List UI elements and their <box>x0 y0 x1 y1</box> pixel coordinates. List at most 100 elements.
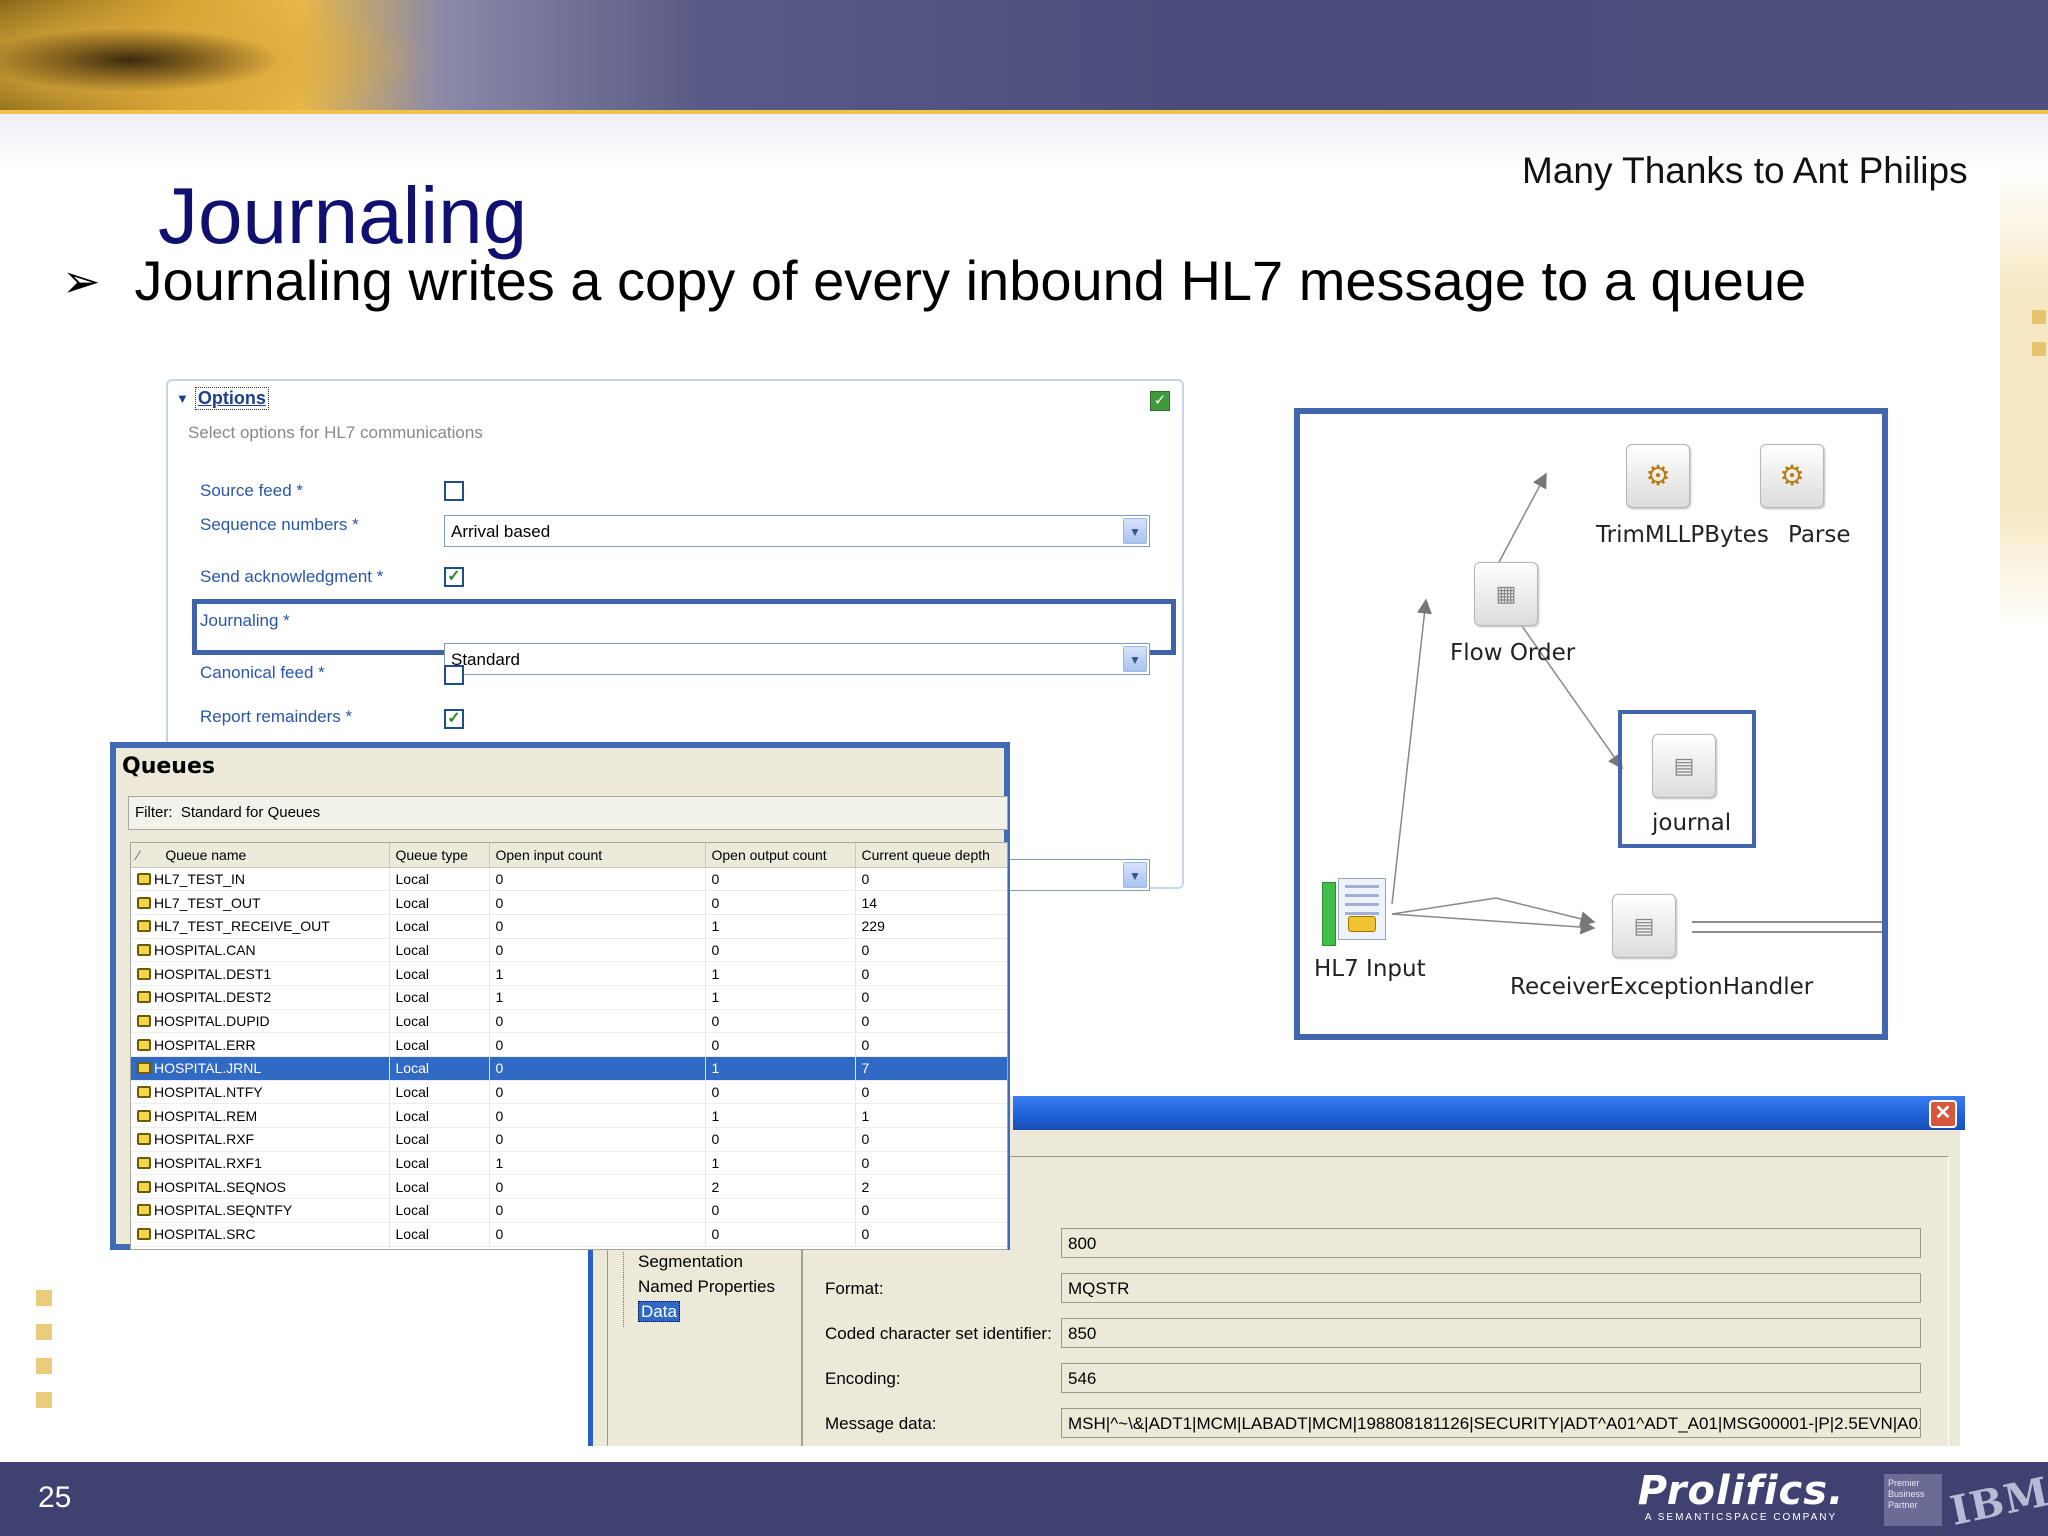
table-cell: 0 <box>489 1009 706 1034</box>
close-button[interactable]: ✕ <box>1929 1100 1957 1128</box>
column-header-open-output[interactable]: Open output count <box>705 843 856 868</box>
canonical-feed-checkbox[interactable] <box>444 665 464 685</box>
queues-filter[interactable]: Filter: Standard for Queues <box>128 796 1008 830</box>
journal-node[interactable]: ▤ <box>1652 734 1716 798</box>
table-cell: 0 <box>489 1103 706 1129</box>
receiver-exception-label: ReceiverExceptionHandler <box>1510 974 1814 1000</box>
column-header-queue-depth[interactable]: Current queue depth <box>855 843 1007 868</box>
table-cell: 0 <box>855 1127 1007 1152</box>
chevron-down-icon[interactable]: ▼ <box>1123 862 1147 888</box>
journal-label: journal <box>1652 810 1732 836</box>
table-cell: Local <box>389 867 490 892</box>
pane-splitter[interactable] <box>801 1246 803 1446</box>
format-label: Format: <box>825 1279 884 1298</box>
table-cell: Local <box>389 1222 490 1247</box>
trim-mllp-label: TrimMLLPBytes <box>1596 522 1769 548</box>
queues-window: Queues Filter: Standard for Queues ⁄ Queu… <box>110 742 1010 1250</box>
flow-order-node[interactable]: ▦ <box>1474 562 1538 626</box>
queue-icon <box>137 1038 151 1051</box>
table-cell: 0 <box>855 1151 1007 1176</box>
table-cell: 7 <box>855 1056 1007 1081</box>
table-row[interactable]: HOSPITAL.SRC Local 0 0 0 <box>131 1222 1007 1247</box>
prolifics-logo: Prolifics. A SEMANTICSPACE COMPANY <box>1637 1468 1845 1523</box>
table-cell: 0 <box>855 961 1007 986</box>
receiver-exception-node[interactable]: ▤ <box>1612 894 1676 958</box>
table-cell: 0 <box>489 1198 706 1223</box>
table-row[interactable]: HOSPITAL.REM Local 0 1 1 <box>131 1103 1007 1129</box>
tree-item-data[interactable]: Data <box>623 1301 783 1327</box>
table-row[interactable]: HOSPITAL.CAN Local 0 0 0 <box>131 938 1007 963</box>
connection-line <box>1391 598 1432 905</box>
table-cell: 0 <box>489 938 706 963</box>
table-cell: 1 <box>705 1151 856 1176</box>
table-row[interactable]: HOSPITAL.DEST1 Local 1 1 0 <box>131 961 1007 986</box>
output-icon: ▤ <box>1633 913 1655 938</box>
sequence-numbers-select[interactable]: Arrival based ▼ <box>444 515 1150 547</box>
table-cell: 0 <box>855 1009 1007 1034</box>
column-header-open-input[interactable]: Open input count <box>489 843 706 868</box>
table-row[interactable]: HOSPITAL.NTFY Local 0 0 0 <box>131 1080 1007 1105</box>
table-cell: 0 <box>489 1080 706 1105</box>
table-cell: 0 <box>489 914 706 939</box>
queue-name-cell: HOSPITAL.DEST1 <box>131 961 390 986</box>
table-row[interactable]: HOSPITAL.RXF1 Local 1 1 0 <box>131 1151 1007 1176</box>
table-row[interactable]: HOSPITAL.DUPID Local 0 0 0 <box>131 1009 1007 1034</box>
table-row[interactable]: HL7_TEST_RECEIVE_OUT Local 0 1 229 <box>131 914 1007 939</box>
table-cell: 1 <box>855 1103 1007 1129</box>
hl7-input-node[interactable] <box>1322 878 1390 948</box>
table-cell: Local <box>389 890 490 915</box>
table-row[interactable]: HL7_TEST_IN Local 0 0 0 <box>131 867 1007 892</box>
table-row[interactable]: HOSPITAL.JRNL Local 0 1 7 <box>131 1056 1007 1081</box>
banner-photo <box>0 0 430 124</box>
acknowledgement-text: Many Thanks to Ant Philips <box>1522 150 1968 191</box>
options-section-toggle[interactable]: ▼ Options <box>176 387 269 410</box>
table-cell: 229 <box>855 914 1007 939</box>
field-value[interactable]: 800 <box>1061 1228 1921 1258</box>
encoding-field[interactable]: 546 <box>1061 1363 1921 1393</box>
queue-icon <box>137 1014 151 1027</box>
table-row[interactable]: HOSPITAL.SEQNTFY Local 0 0 0 <box>131 1198 1007 1223</box>
journaling-select[interactable]: Standard ▼ <box>444 643 1150 675</box>
queue-icon <box>137 1204 151 1217</box>
table-row[interactable]: HOSPITAL.SEQNOS Local 0 2 2 <box>131 1174 1007 1200</box>
options-header-label[interactable]: Options <box>194 387 269 410</box>
slide-number: 25 <box>38 1481 72 1514</box>
connection-line <box>1391 913 1596 935</box>
column-header-queue-type[interactable]: Queue type <box>389 843 490 868</box>
queue-icon <box>137 943 151 956</box>
trim-mllp-node[interactable]: ⚙ <box>1626 444 1690 508</box>
message-data-label: Message data: <box>825 1414 937 1433</box>
ccsid-field[interactable]: 850 <box>1061 1318 1921 1348</box>
tree-item-segmentation[interactable]: Segmentation <box>623 1252 783 1277</box>
source-feed-checkbox[interactable] <box>444 481 464 501</box>
table-cell: 0 <box>855 867 1007 892</box>
report-remainders-checkbox[interactable]: ✓ <box>444 709 464 729</box>
send-acknowledgment-checkbox[interactable]: ✓ <box>444 567 464 587</box>
gear-icon: ⚙ <box>1645 460 1671 491</box>
input-bar <box>1322 882 1336 946</box>
queue-icon <box>137 967 151 980</box>
format-field[interactable]: MQSTR <box>1061 1273 1921 1303</box>
table-cell: 0 <box>489 1174 706 1200</box>
parse-node[interactable]: ⚙ <box>1760 444 1824 508</box>
table-row[interactable]: HOSPITAL.RXF Local 0 0 0 <box>131 1127 1007 1152</box>
options-valid-check-icon: ✓ <box>1150 391 1170 411</box>
collapse-triangle-icon[interactable]: ▼ <box>176 391 189 406</box>
ibm-partner-logo: Premier Business Partner IBM <box>1884 1468 2048 1535</box>
table-cell: 1 <box>489 1151 706 1176</box>
source-feed-label: Source feed * <box>200 481 304 500</box>
queue-name-cell: HOSPITAL.RXF <box>131 1127 390 1152</box>
table-cell: 0 <box>855 1198 1007 1223</box>
table-row[interactable]: HL7_TEST_OUT Local 0 0 14 <box>131 890 1007 915</box>
column-header-queue-name[interactable]: ⁄ Queue name <box>131 843 390 868</box>
table-row[interactable]: HOSPITAL.DEST2 Local 1 1 0 <box>131 985 1007 1010</box>
tree-item-named-properties[interactable]: Named Properties <box>623 1277 783 1302</box>
table-row[interactable]: HOSPITAL.ERR Local 0 0 0 <box>131 1032 1007 1057</box>
decorative-strip <box>2000 170 2048 630</box>
chevron-down-icon[interactable]: ▼ <box>1123 518 1147 544</box>
queue-name-cell: HOSPITAL.DEST2 <box>131 985 390 1010</box>
message-data-field[interactable]: MSH|^~\&|ADT1|MCM|LABADT|MCM|19880818112… <box>1061 1408 1921 1438</box>
chevron-down-icon[interactable]: ▼ <box>1123 646 1147 672</box>
queue-name-cell: HOSPITAL.NTFY <box>131 1080 390 1105</box>
queue-name-cell: HOSPITAL.RXF1 <box>131 1151 390 1176</box>
